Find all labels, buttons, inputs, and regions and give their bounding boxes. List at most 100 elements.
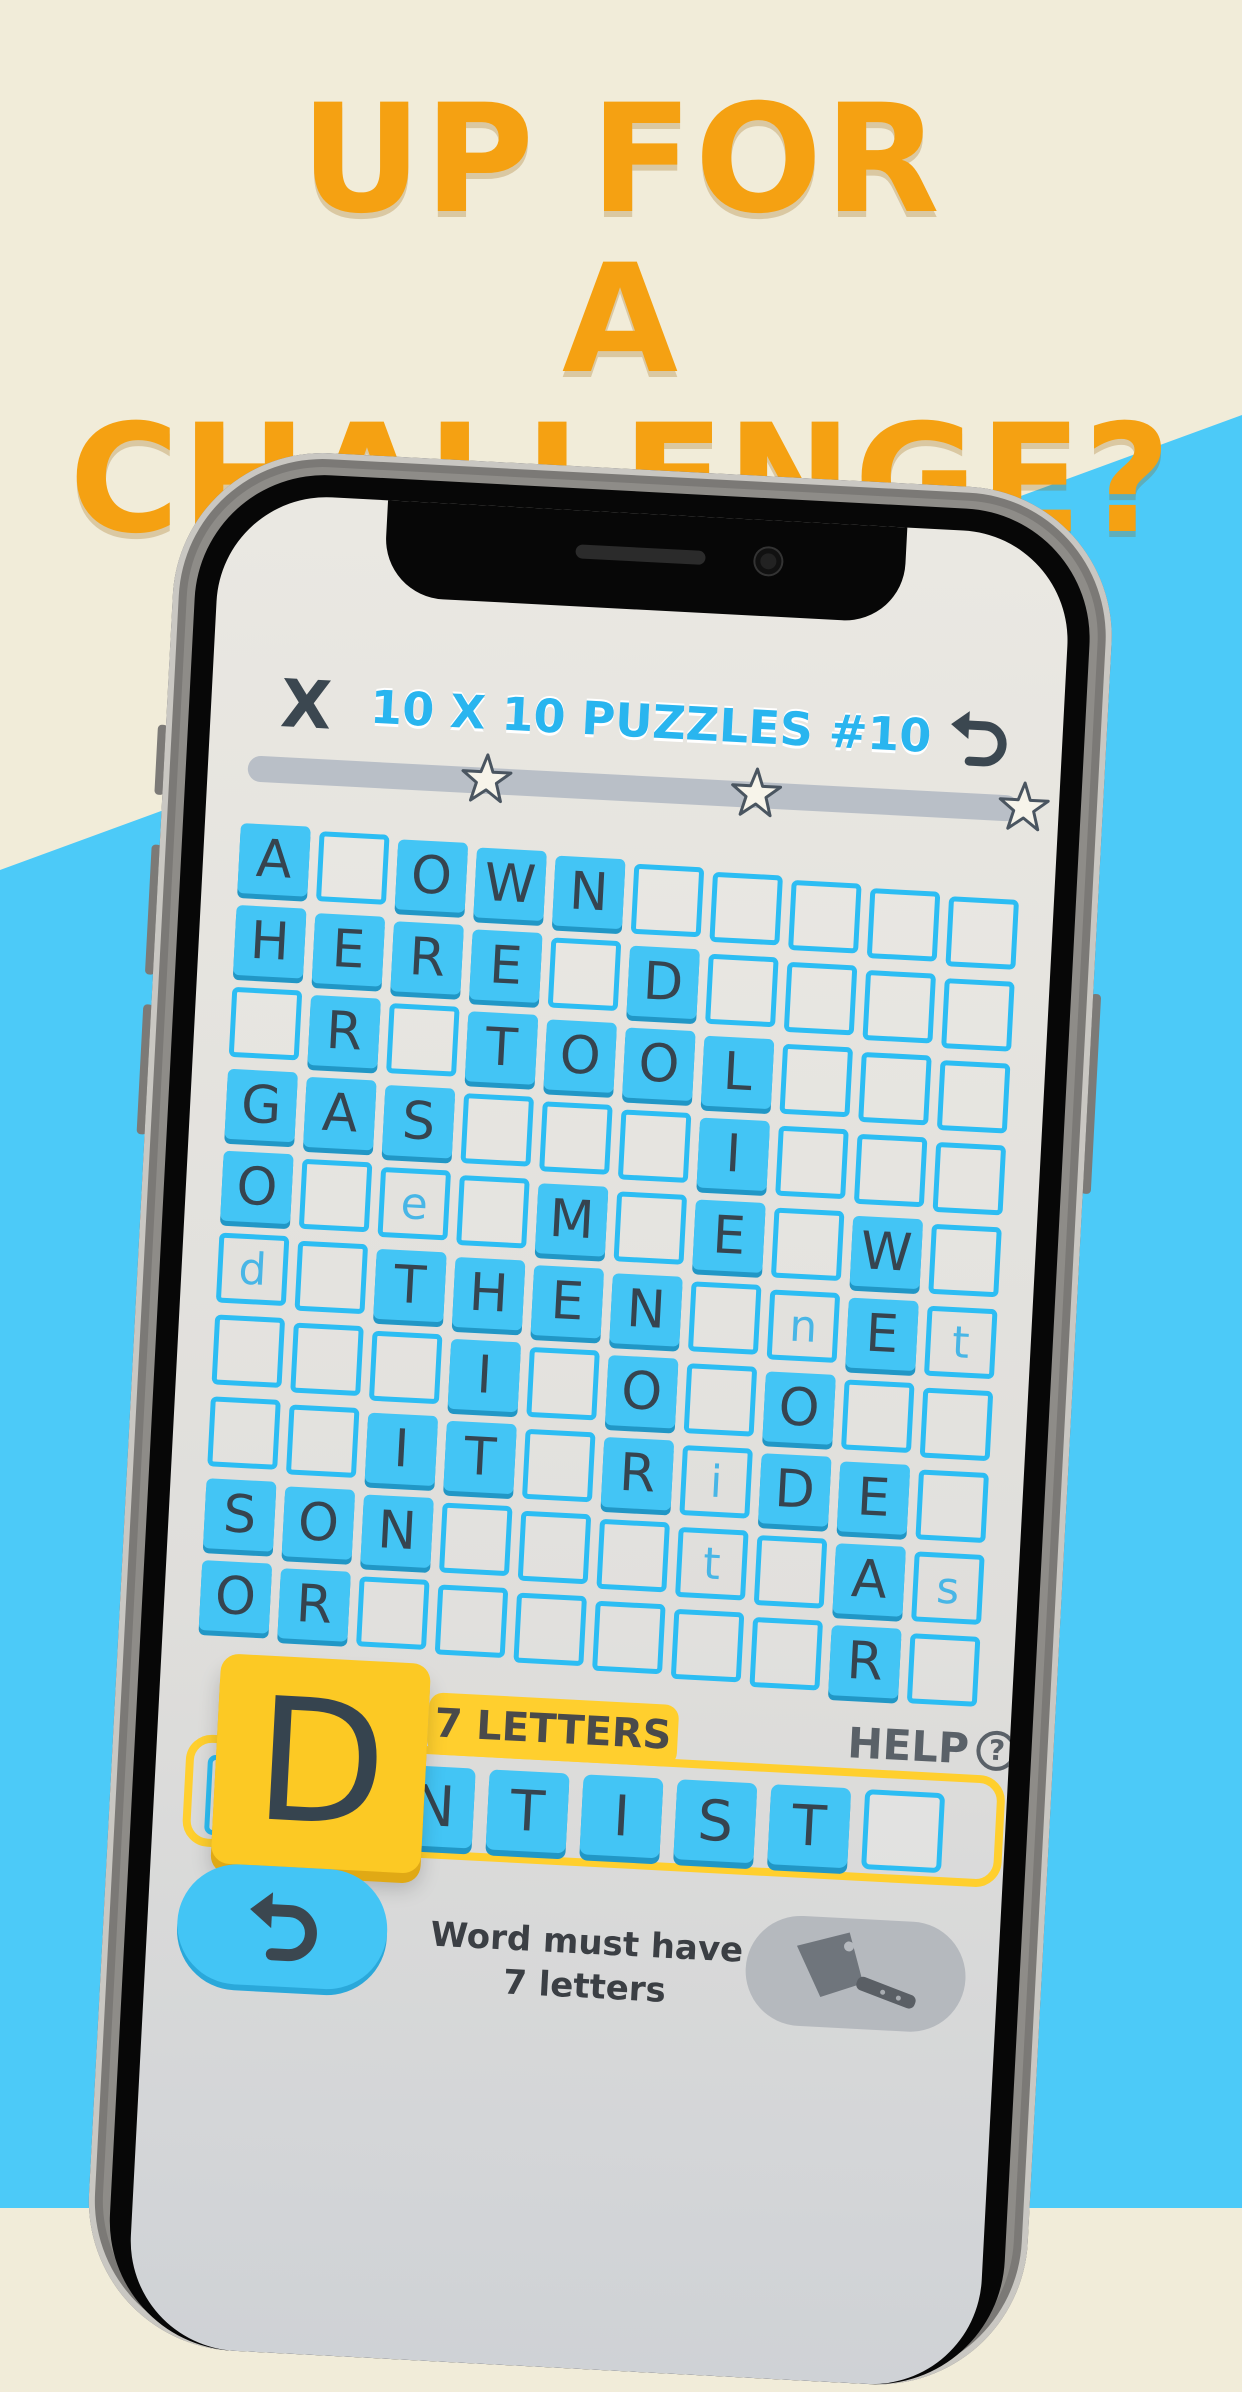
letter-tile[interactable]: O — [198, 1560, 273, 1634]
letter-tile[interactable]: N — [552, 855, 626, 930]
letter-tile[interactable]: O — [604, 1355, 679, 1429]
empty-cell[interactable] — [356, 1576, 430, 1650]
letter-tile[interactable]: D — [626, 945, 700, 1020]
word-slot-letter[interactable]: I — [579, 1774, 664, 1859]
empty-cell[interactable] — [749, 1616, 824, 1691]
empty-cell[interactable] — [294, 1240, 369, 1315]
empty-cell[interactable] — [285, 1404, 360, 1478]
letter-tile[interactable]: T — [464, 1011, 539, 1085]
letter-tile[interactable]: E — [530, 1265, 605, 1339]
empty-cell[interactable] — [862, 969, 937, 1044]
letter-tile[interactable]: I — [364, 1412, 439, 1487]
letter-tile[interactable]: L — [700, 1035, 775, 1110]
letter-tile[interactable]: E — [311, 913, 386, 987]
empty-cell[interactable] — [928, 1223, 1002, 1298]
empty-cell[interactable] — [207, 1396, 281, 1470]
letter-tile[interactable]: O — [220, 1150, 294, 1225]
letter-tile[interactable]: G — [224, 1068, 298, 1143]
letter-tile[interactable]: A — [832, 1543, 906, 1617]
hint-letter-cell[interactable]: t — [923, 1305, 998, 1380]
hint-letter-cell[interactable]: s — [911, 1551, 985, 1625]
empty-cell[interactable] — [434, 1584, 509, 1659]
letter-tile[interactable]: O — [281, 1486, 356, 1560]
letter-tile[interactable]: W — [849, 1215, 924, 1290]
empty-cell[interactable] — [775, 1125, 849, 1200]
undo-icon[interactable] — [943, 702, 1017, 776]
empty-cell[interactable] — [592, 1600, 666, 1675]
empty-cell[interactable] — [687, 1281, 762, 1355]
empty-cell[interactable] — [460, 1093, 535, 1167]
letter-tile[interactable]: E — [692, 1199, 766, 1273]
word-slot-letter[interactable]: T — [767, 1784, 852, 1869]
word-slot-empty[interactable] — [861, 1789, 946, 1874]
letter-tile[interactable]: H — [233, 904, 307, 979]
empty-cell[interactable] — [919, 1387, 994, 1462]
letter-tile[interactable]: A — [303, 1076, 377, 1151]
letter-tile[interactable]: O — [543, 1019, 618, 1093]
letter-tile[interactable]: O — [762, 1371, 836, 1445]
word-slot-letter[interactable]: T — [485, 1769, 570, 1854]
empty-cell[interactable] — [547, 937, 622, 1012]
empty-cell[interactable] — [539, 1101, 613, 1175]
back-button[interactable] — [174, 1861, 391, 1993]
hint-letter-cell[interactable]: i — [679, 1445, 753, 1519]
letter-tile[interactable]: E — [836, 1461, 911, 1535]
letter-tile[interactable]: E — [845, 1297, 919, 1372]
letter-tile[interactable]: O — [394, 839, 469, 913]
empty-cell[interactable] — [630, 863, 705, 938]
empty-cell[interactable] — [298, 1158, 373, 1233]
empty-cell[interactable] — [945, 896, 1020, 970]
empty-cell[interactable] — [290, 1322, 364, 1397]
letter-tile[interactable]: S — [381, 1084, 456, 1159]
empty-cell[interactable] — [513, 1592, 587, 1667]
empty-cell[interactable] — [526, 1346, 600, 1421]
letter-tile[interactable]: D — [758, 1453, 832, 1527]
empty-cell[interactable] — [783, 961, 858, 1036]
letter-tile[interactable]: R — [307, 994, 381, 1069]
empty-cell[interactable] — [841, 1379, 915, 1454]
empty-cell[interactable] — [670, 1608, 745, 1683]
letter-tile[interactable]: O — [622, 1027, 696, 1102]
dragged-letter-tile[interactable]: D — [210, 1653, 432, 1874]
empty-cell[interactable] — [456, 1175, 530, 1249]
empty-cell[interactable] — [386, 1003, 460, 1077]
empty-cell[interactable] — [368, 1330, 443, 1405]
help-button[interactable]: HELP ? — [846, 1718, 1018, 1776]
empty-cell[interactable] — [211, 1314, 286, 1388]
empty-cell[interactable] — [705, 953, 779, 1028]
letter-tile[interactable]: A — [237, 823, 311, 897]
empty-cell[interactable] — [941, 978, 1015, 1052]
close-button[interactable]: X — [269, 665, 343, 746]
letter-tile[interactable]: N — [609, 1273, 683, 1347]
empty-cell[interactable] — [228, 986, 303, 1061]
empty-cell[interactable] — [521, 1428, 596, 1503]
empty-cell[interactable] — [709, 871, 783, 946]
letter-tile[interactable]: W — [473, 847, 547, 922]
letter-tile[interactable]: E — [469, 929, 543, 1003]
letter-tile[interactable]: M — [534, 1183, 609, 1257]
hint-letter-cell[interactable]: t — [675, 1526, 749, 1601]
empty-cell[interactable] — [315, 831, 390, 905]
letter-tile[interactable]: H — [451, 1256, 526, 1331]
letter-tile[interactable]: I — [447, 1338, 522, 1413]
letter-tile[interactable]: N — [360, 1494, 434, 1569]
empty-cell[interactable] — [596, 1518, 670, 1593]
empty-cell[interactable] — [858, 1051, 932, 1126]
empty-cell[interactable] — [613, 1191, 688, 1265]
empty-cell[interactable] — [906, 1633, 981, 1707]
empty-cell[interactable] — [439, 1502, 513, 1577]
hint-letter-cell[interactable]: n — [766, 1289, 841, 1363]
letter-tile[interactable]: I — [696, 1117, 771, 1192]
letter-tile[interactable]: R — [277, 1568, 351, 1642]
letter-tile[interactable]: T — [443, 1420, 517, 1495]
letter-tile[interactable]: R — [600, 1436, 675, 1511]
empty-cell[interactable] — [853, 1133, 928, 1208]
letter-tile[interactable]: R — [828, 1625, 902, 1699]
empty-cell[interactable] — [932, 1141, 1007, 1216]
hint-letter-cell[interactable]: e — [377, 1166, 452, 1241]
cleaver-button[interactable] — [742, 1913, 969, 2035]
letter-tile[interactable]: T — [373, 1248, 447, 1323]
empty-cell[interactable] — [788, 879, 862, 954]
empty-cell[interactable] — [617, 1109, 692, 1183]
empty-cell[interactable] — [866, 888, 941, 962]
